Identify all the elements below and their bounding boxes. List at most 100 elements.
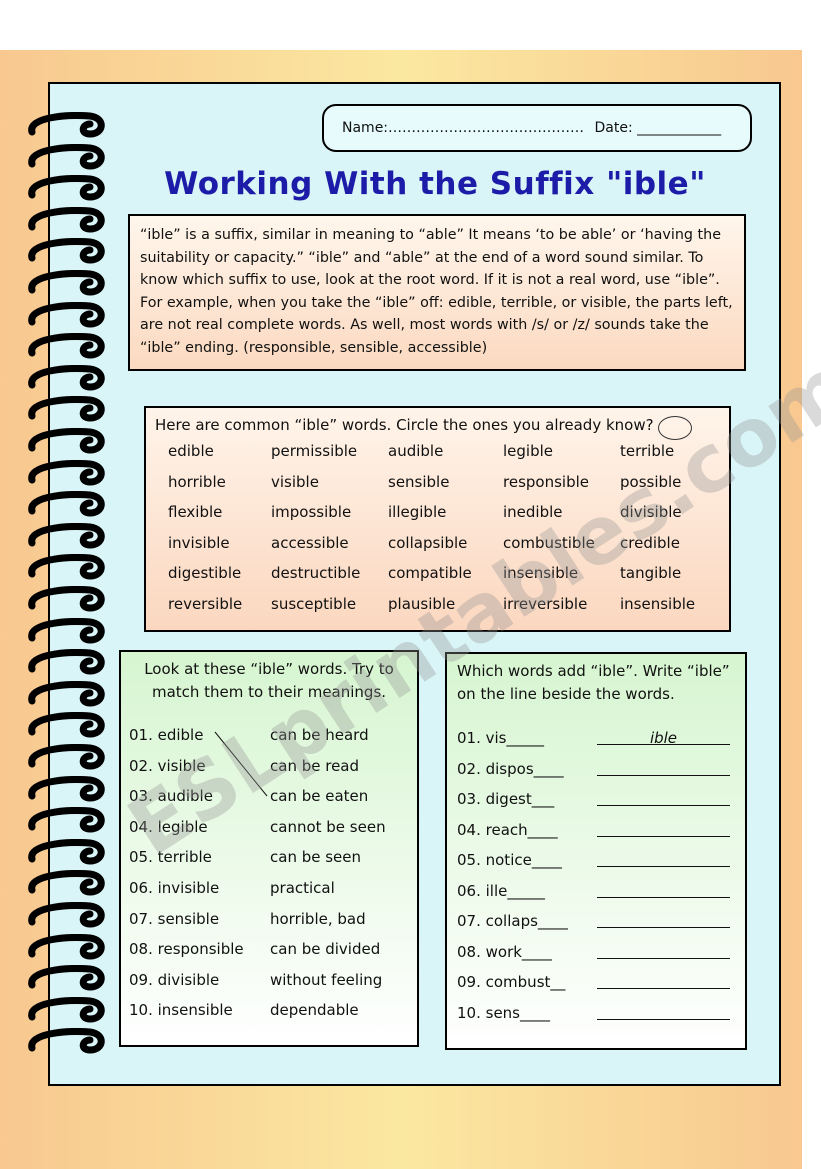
ible-word: illegible — [388, 503, 447, 521]
spiral-ring-icon — [28, 807, 105, 833]
ible-word: horrible — [168, 472, 226, 491]
match-meaning: practical — [270, 879, 335, 897]
match-meaning: can be heard — [270, 726, 369, 744]
answer-line[interactable] — [597, 760, 730, 776]
matching-instruction: Look at these “ible” words. Try to match… — [144, 660, 394, 701]
spiral-ring-icon — [28, 301, 105, 328]
ible-word: destructible — [271, 564, 361, 582]
root-word-item: 05. notice____ — [457, 851, 562, 869]
match-word: 10. insensible — [129, 1001, 233, 1020]
match-word: 05. terrible — [129, 848, 212, 867]
ible-word: tangible — [620, 564, 682, 582]
spiral-ring-icon — [28, 428, 105, 454]
match-meaning: can be read — [270, 756, 360, 775]
root-word-item: 04. reach____ — [457, 820, 558, 839]
root-word-item: 10. sens____ — [457, 1003, 550, 1022]
spiral-ring-icon — [28, 206, 105, 233]
spiral-ring-icon — [28, 364, 105, 391]
answer-line[interactable]: ible — [597, 729, 730, 747]
matching-box: Look at these “ible” words. Try to match… — [119, 650, 419, 1047]
circle-oval — [658, 416, 692, 440]
answer-line[interactable] — [597, 821, 730, 837]
ible-word: accessible — [271, 533, 349, 552]
match-word: 06. invisible — [129, 879, 220, 897]
ible-word: impossible — [271, 503, 352, 521]
ible-word: terrible — [620, 442, 675, 460]
spiral-ring-icon — [28, 175, 105, 201]
spiral-ring-icon — [28, 586, 105, 612]
match-meaning: dependable — [270, 1001, 359, 1020]
date-field[interactable]: Date: ____________ — [594, 120, 721, 136]
answer-line[interactable] — [597, 943, 730, 959]
spiral-ring-icon — [28, 838, 105, 865]
spiral-ring-icon — [28, 933, 105, 960]
spiral-ring-icon — [28, 902, 105, 928]
match-word: 09. divisible — [129, 970, 220, 989]
ible-word: edible — [168, 442, 214, 460]
spiral-ring-icon — [28, 680, 105, 707]
page-title: Working With the Suffix "ible" — [164, 166, 706, 202]
ible-word: compatible — [388, 564, 472, 582]
ible-word: divisible — [620, 503, 682, 521]
answer-line[interactable] — [597, 851, 730, 867]
answer-line[interactable] — [597, 973, 730, 989]
name-field[interactable]: Name:…………………………………… — [342, 120, 584, 136]
spiral-ring-icon — [28, 744, 105, 770]
answer-line[interactable] — [597, 1004, 730, 1020]
spiral-ring-icon — [28, 617, 105, 644]
ible-word: flexible — [168, 503, 223, 521]
ible-word: irreversible — [503, 594, 588, 613]
match-meaning: can be seen — [270, 848, 362, 867]
ible-word: audible — [388, 442, 444, 460]
spiral-ring-icon — [28, 649, 105, 675]
match-meaning: can be divided — [270, 940, 381, 959]
root-word-item: 07. collaps____ — [457, 912, 568, 930]
ible-word: responsible — [503, 472, 589, 491]
intro-text: “ible” is a suffix, similar in meaning t… — [128, 214, 746, 371]
spiral-ring-icon — [28, 965, 105, 991]
match-meaning: horrible, bad — [270, 909, 366, 928]
match-word: 04. legible — [129, 817, 208, 836]
match-word: 01. edible — [129, 726, 204, 744]
spiral-ring-icon — [28, 775, 105, 802]
ible-word: permissible — [271, 442, 358, 460]
ible-word: reversible — [168, 594, 243, 613]
spiral-ring-icon — [28, 870, 105, 896]
common-words-box: Here are common “ible” words. Circle the… — [144, 406, 731, 632]
spiral-ring-icon — [28, 396, 105, 422]
add-ible-box: Which words add “ible”. Write “ible” on … — [445, 652, 747, 1050]
ible-word: inedible — [503, 503, 563, 521]
ible-word: invisible — [168, 533, 230, 552]
spiral-ring-icon — [28, 491, 105, 517]
spiral-ring-icon — [28, 554, 105, 580]
add-ible-instruction: Which words add “ible”. Write “ible” on … — [457, 662, 730, 703]
match-word: 03. audible — [129, 787, 213, 806]
ible-word: digestible — [168, 564, 242, 582]
spiral-ring-icon — [28, 1028, 105, 1054]
ible-word: legible — [503, 442, 554, 460]
spiral-ring-icon — [28, 459, 105, 486]
match-word: 08. responsible — [129, 940, 244, 959]
answer-line[interactable] — [597, 912, 730, 928]
answer-line[interactable] — [597, 882, 730, 898]
name-date-box: Name:…………………………………… Date: ____________ — [322, 104, 752, 152]
ible-word: insensible — [503, 564, 579, 582]
root-word-item: 01. vis_____ — [457, 729, 544, 747]
root-word-item: 09. combust__ — [457, 973, 566, 991]
ible-word: combustible — [503, 533, 595, 552]
answer-line[interactable] — [597, 790, 730, 806]
match-line — [214, 731, 268, 797]
ible-word: possible — [620, 472, 682, 491]
match-meaning: can be eaten — [270, 787, 369, 806]
ible-word: credible — [620, 533, 680, 552]
spiral-ring-icon — [28, 112, 105, 138]
match-word: 02. visible — [129, 756, 206, 775]
ible-word: plausible — [388, 594, 456, 613]
match-meaning: cannot be seen — [270, 817, 386, 836]
ible-word: visible — [271, 472, 319, 491]
ible-word: susceptible — [271, 594, 357, 613]
spiral-ring-icon — [28, 143, 105, 170]
ible-word: sensible — [388, 472, 450, 491]
spiral-ring-icon — [28, 996, 105, 1023]
common-words-heading: Here are common “ible” words. Circle the… — [155, 416, 654, 434]
